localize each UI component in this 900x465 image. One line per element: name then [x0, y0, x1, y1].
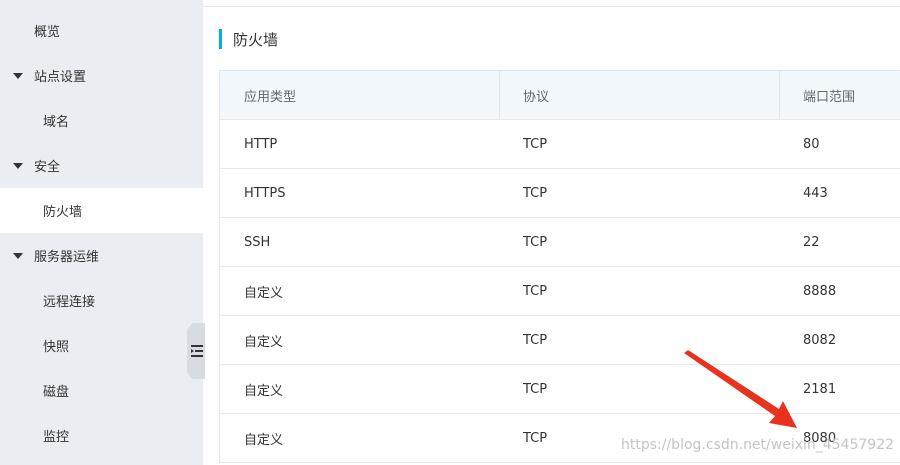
cell-port-range: 443 — [803, 185, 828, 201]
collapse-sidebar-icon — [191, 345, 203, 357]
sidebar: 概览 站点设置 域名 安全 防火墙 服务器运维 远程连接 快照 磁盘 监控 — [0, 0, 203, 465]
firewall-rules-table: 应用类型 协议 端口范围 HTTP TCP 80 HTTPS TCP 443 S… — [219, 70, 900, 463]
top-header-strip — [203, 0, 900, 7]
nav-group-security[interactable]: 安全 — [0, 143, 203, 188]
cell-port-range: 2181 — [803, 381, 837, 397]
cell-app-type: SSH — [244, 234, 271, 250]
table-header-row: 应用类型 协议 端口范围 — [220, 71, 900, 120]
page-title: 防火墙 — [233, 30, 279, 49]
cell-protocol: TCP — [523, 136, 548, 152]
cell-port-range: 80 — [803, 136, 820, 152]
column-divider — [779, 71, 780, 119]
table-row: 自定义 TCP 8888 — [220, 267, 900, 316]
cell-app-type: 自定义 — [244, 383, 284, 399]
cell-port-range: 8082 — [803, 332, 837, 348]
cell-protocol: TCP — [523, 430, 548, 446]
cell-app-type: 自定义 — [244, 285, 284, 301]
table-row: 自定义 TCP 8082 — [220, 316, 900, 365]
table-row: HTTP TCP 80 — [220, 120, 900, 169]
nav-item-disk[interactable]: 磁盘 — [0, 368, 203, 413]
cell-port-range: 8888 — [803, 283, 837, 299]
nav-item-domain-label: 域名 — [43, 115, 70, 130]
column-header-protocol: 协议 — [523, 89, 550, 105]
nav-item-disk-label: 磁盘 — [43, 385, 70, 400]
table-row: HTTPS TCP 443 — [220, 169, 900, 218]
cell-app-type: 自定义 — [244, 432, 284, 448]
nav-item-remote-label: 远程连接 — [43, 295, 96, 310]
column-divider — [499, 71, 500, 119]
nav-item-remote[interactable]: 远程连接 — [0, 278, 203, 323]
section-heading: 防火墙 — [219, 28, 278, 50]
caret-down-icon — [13, 252, 23, 259]
nav-group-server-ops[interactable]: 服务器运维 — [0, 233, 203, 278]
cell-protocol: TCP — [523, 234, 548, 250]
sidebar-collapse-button[interactable] — [187, 323, 205, 379]
cell-protocol: TCP — [523, 185, 548, 201]
nav-item-snapshot[interactable]: 快照 — [0, 323, 203, 368]
nav-group-server-ops-label: 服务器运维 — [34, 250, 100, 265]
cell-app-type: 自定义 — [244, 334, 284, 350]
column-header-port-range: 端口范围 — [803, 89, 856, 105]
cell-app-type: HTTPS — [244, 185, 286, 201]
nav-item-firewall-label: 防火墙 — [43, 205, 83, 220]
nav-group-site-settings[interactable]: 站点设置 — [0, 53, 203, 98]
cell-app-type: HTTP — [244, 136, 278, 152]
watermark: https://blog.csdn.net/weixin_45457922 — [621, 437, 895, 453]
nav-item-monitor[interactable]: 监控 — [0, 413, 203, 458]
nav-group-security-label: 安全 — [34, 160, 61, 175]
cell-protocol: TCP — [523, 283, 548, 299]
nav-item-monitor-label: 监控 — [43, 430, 70, 445]
column-header-app-type: 应用类型 — [244, 89, 297, 105]
nav-item-snapshot-label: 快照 — [43, 340, 70, 355]
cell-protocol: TCP — [523, 332, 548, 348]
caret-down-icon — [13, 162, 23, 169]
cell-protocol: TCP — [523, 381, 548, 397]
title-accent-bar — [219, 29, 222, 49]
nav-item-firewall[interactable]: 防火墙 — [0, 188, 203, 233]
nav-item-overview-label: 概览 — [34, 25, 61, 40]
caret-down-icon — [13, 72, 23, 79]
table-row: 自定义 TCP 2181 — [220, 365, 900, 414]
table-row: SSH TCP 22 — [220, 218, 900, 267]
nav-group-site-settings-label: 站点设置 — [34, 70, 87, 85]
nav-item-domain[interactable]: 域名 — [0, 98, 203, 143]
nav-item-overview[interactable]: 概览 — [0, 8, 203, 53]
cell-port-range: 22 — [803, 234, 820, 250]
